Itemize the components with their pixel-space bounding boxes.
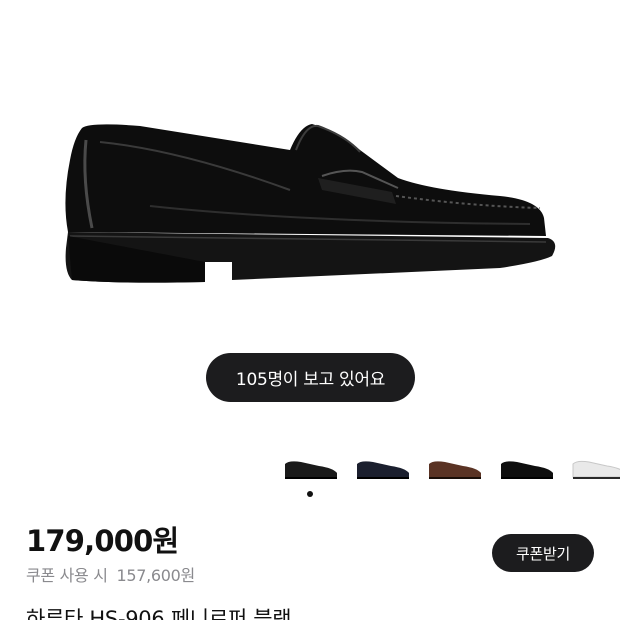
thumbnail-white[interactable]: [569, 446, 620, 486]
color-thumbnails: [0, 440, 620, 490]
carousel-page-indicator: [307, 491, 313, 497]
loafer-navy-icon: [357, 461, 409, 479]
thumbnail-black-glossy[interactable]: [497, 446, 557, 486]
get-coupon-label: 쿠폰받기: [515, 544, 570, 563]
product-hero-image[interactable]: 105명이 보고 있어요: [0, 0, 620, 430]
loafer-brown-icon: [429, 461, 481, 479]
coupon-price-value: 157,600원: [116, 566, 195, 585]
get-coupon-button[interactable]: 쿠폰받기: [492, 534, 594, 572]
thumbnail-black[interactable]: [281, 446, 341, 486]
viewers-count-badge: 105명이 보고 있어요: [206, 353, 415, 402]
product-price: 179,000원: [26, 524, 179, 558]
loafer-black-icon: [285, 461, 337, 479]
thumbnail-navy[interactable]: [353, 446, 413, 486]
viewers-count-label: 105명이 보고 있어요: [235, 370, 386, 390]
product-title: 하루타 HS-906 페니로퍼 블랙: [26, 607, 292, 620]
coupon-price-label: 쿠폰 사용 시: [26, 566, 108, 585]
loafer-white-icon: [572, 460, 620, 479]
thumbnail-brown[interactable]: [425, 446, 485, 486]
coupon-price-row: 쿠폰 사용 시 157,600원: [26, 562, 195, 586]
loafer-black-glossy-icon: [501, 461, 553, 479]
